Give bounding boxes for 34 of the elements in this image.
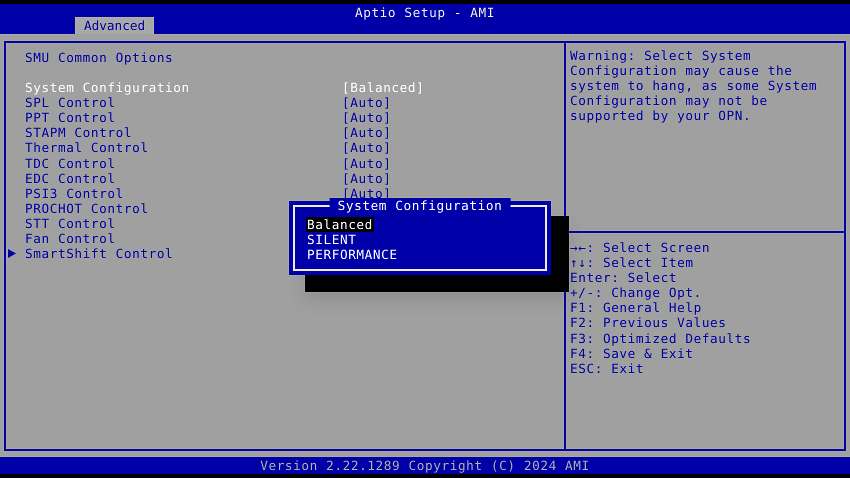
setting-value[interactable]: [Auto]	[342, 186, 392, 201]
setting-label[interactable]: STAPM Control	[25, 125, 342, 140]
setting-label[interactable]: PPT Control	[25, 110, 342, 126]
setting-label[interactable]: TDC Control	[25, 156, 342, 171]
setting-label[interactable]: PSI3 Control	[25, 186, 342, 201]
setting-value[interactable]: [Auto]	[342, 95, 392, 110]
key-hint: ↑↓: Select Item	[570, 255, 695, 270]
key-hint: F4: Save & Exit	[570, 346, 695, 361]
setting-value[interactable]: [Balanced]	[342, 80, 424, 96]
popup-option[interactable]: PERFORMANCE	[306, 247, 399, 262]
key-hint: ESC: Exit	[570, 360, 646, 376]
setting-value[interactable]: [Auto]	[342, 125, 392, 140]
status-bar: Version 2.22.1289 Copyright (C) 2024 AMI	[0, 457, 850, 474]
setting-value[interactable]: [Auto]	[342, 156, 392, 171]
tab[interactable]: Advanced	[75, 17, 154, 34]
setting-label[interactable]: EDC Control	[25, 170, 342, 186]
key-hint: Enter: Select	[570, 270, 678, 286]
setting-value[interactable]: [Auto]	[342, 170, 392, 186]
window-title: Aptio Setup - AMI	[354, 5, 496, 20]
key-hint: +/-: Change Opt.	[570, 285, 703, 300]
setting-label[interactable]: Thermal Control	[25, 140, 342, 156]
setting-value[interactable]: [Auto]	[342, 140, 392, 156]
panel-title: SMU Common Options	[25, 50, 174, 66]
setting-label[interactable]: System Configuration	[25, 80, 342, 96]
setting-label[interactable]: SPL Control	[25, 95, 342, 110]
key-hint: F1: General Help	[570, 300, 703, 316]
popup-option[interactable]: SILENT	[306, 232, 358, 248]
key-hint: F2: Previous Values	[570, 315, 728, 331]
key-hint: →←: Select Screen	[570, 240, 712, 256]
setting-value[interactable]: [Auto]	[342, 110, 392, 126]
popup-title: System Configuration	[330, 198, 510, 214]
key-hint: F3: Optimized Defaults	[570, 330, 752, 346]
submenu-arrow-icon	[8, 249, 16, 258]
popup-option[interactable]: Balanced	[306, 217, 374, 232]
